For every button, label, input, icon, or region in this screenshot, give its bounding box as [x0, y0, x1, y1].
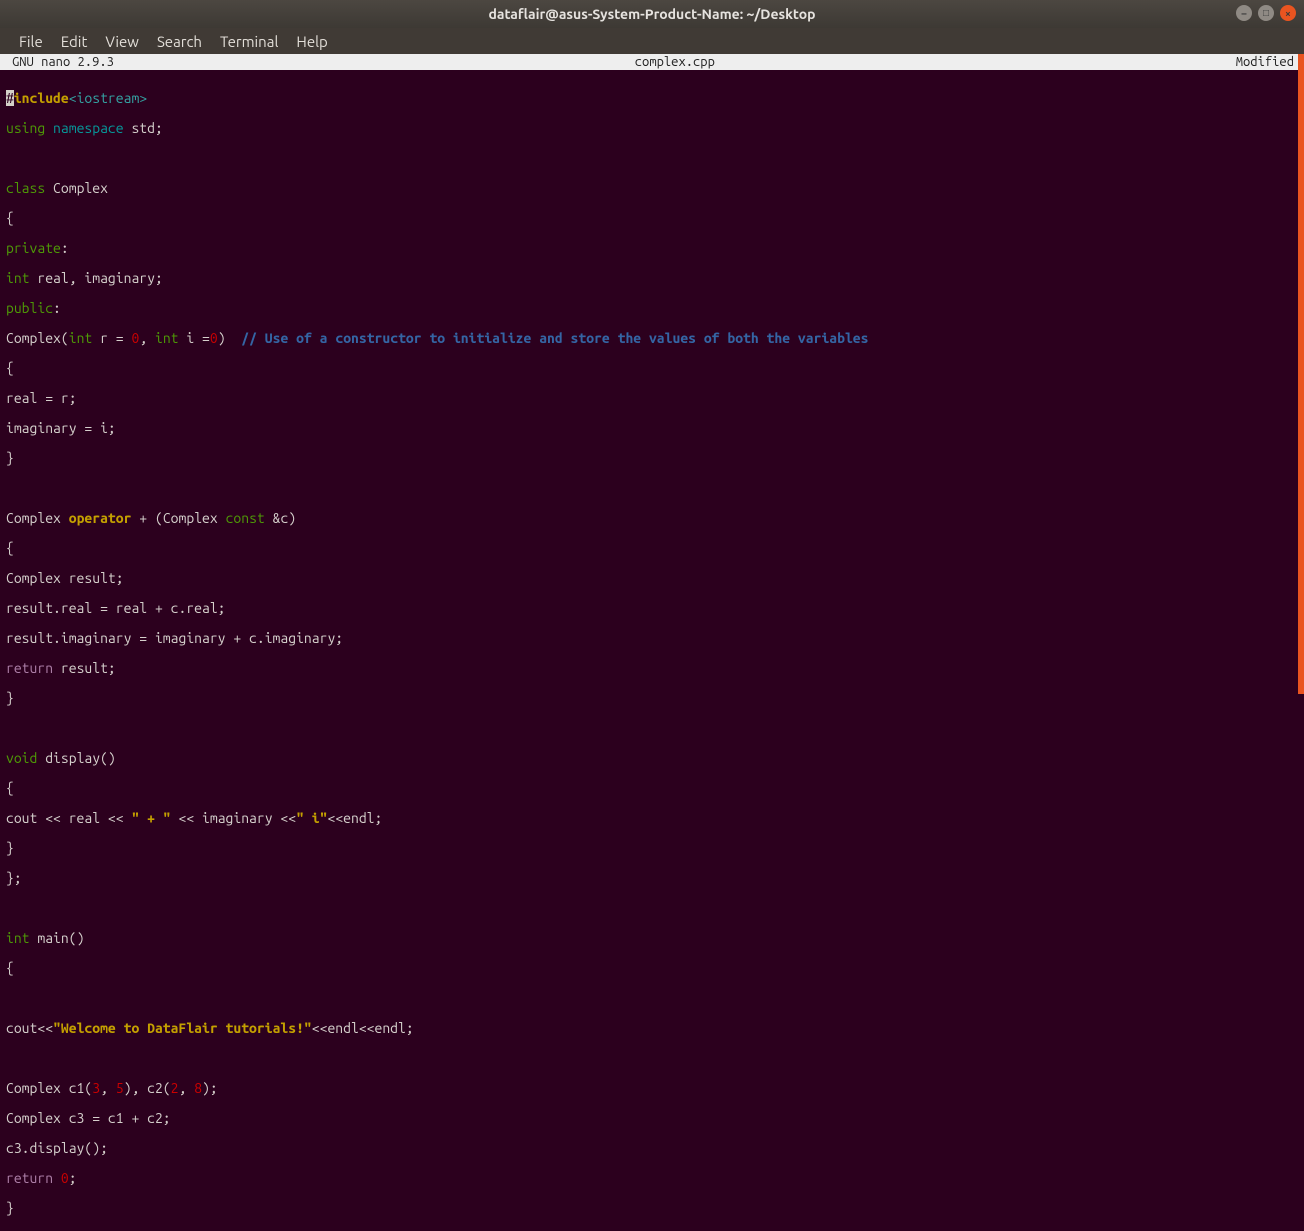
code-line: {: [6, 541, 1298, 556]
nano-filename: complex.cpp: [114, 55, 1236, 69]
nano-version: GNU nano 2.9.3: [0, 55, 114, 69]
menu-bar: File Edit View Search Terminal Help: [0, 28, 1304, 54]
code-line: Complex c3 = c1 + c2;: [6, 1111, 1298, 1126]
code-line: {: [6, 781, 1298, 796]
code-line: int main(): [6, 931, 1298, 946]
scrollbar[interactable]: [1298, 54, 1304, 694]
code-line: result.imaginary = imaginary + c.imagina…: [6, 631, 1298, 646]
code-line: return result;: [6, 661, 1298, 676]
minimize-button[interactable]: –: [1236, 5, 1252, 21]
editor-area[interactable]: #include<iostream> using namespace std; …: [0, 70, 1304, 1231]
code-line: {: [6, 361, 1298, 376]
code-line: {: [6, 211, 1298, 226]
code-line: [6, 151, 1298, 166]
menu-terminal[interactable]: Terminal: [211, 33, 287, 50]
code-line: cout<<"Welcome to DataFlair tutorials!"<…: [6, 1021, 1298, 1036]
code-line: void display(): [6, 751, 1298, 766]
code-line: [6, 481, 1298, 496]
code-line: cout << real << " + " << imaginary <<" i…: [6, 811, 1298, 826]
maximize-button[interactable]: □: [1258, 5, 1274, 21]
code-line: }: [6, 451, 1298, 466]
menu-file[interactable]: File: [10, 33, 52, 50]
code-line: }: [6, 1201, 1298, 1216]
code-line: [6, 1051, 1298, 1066]
code-line: class Complex: [6, 181, 1298, 196]
code-line: }: [6, 691, 1298, 706]
code-line: public:: [6, 301, 1298, 316]
code-line: return 0;: [6, 1171, 1298, 1186]
menu-view[interactable]: View: [96, 33, 148, 50]
code-line: using namespace std;: [6, 121, 1298, 136]
menu-edit[interactable]: Edit: [52, 33, 97, 50]
code-line: {: [6, 961, 1298, 976]
code-line: [6, 901, 1298, 916]
code-line: [6, 991, 1298, 1006]
code-line: Complex operator + (Complex const &c): [6, 511, 1298, 526]
code-line: private:: [6, 241, 1298, 256]
window-title: dataflair@asus-System-Product-Name: ~/De…: [0, 6, 1304, 22]
menu-search[interactable]: Search: [148, 33, 211, 50]
window-controls: – □ ×: [1236, 5, 1296, 21]
code-line: #include<iostream>: [6, 91, 1298, 106]
code-line: real = r;: [6, 391, 1298, 406]
code-line: c3.display();: [6, 1141, 1298, 1156]
nano-status-bar: GNU nano 2.9.3 complex.cpp Modified: [0, 54, 1304, 70]
code-line: Complex c1(3, 5), c2(2, 8);: [6, 1081, 1298, 1096]
code-line: int real, imaginary;: [6, 271, 1298, 286]
menu-help[interactable]: Help: [287, 33, 336, 50]
code-line: [6, 721, 1298, 736]
code-line: }: [6, 841, 1298, 856]
code-line: };: [6, 871, 1298, 886]
window-title-bar: dataflair@asus-System-Product-Name: ~/De…: [0, 0, 1304, 28]
code-line: Complex(int r = 0, int i =0) // Use of a…: [6, 331, 1298, 346]
close-button[interactable]: ×: [1280, 5, 1296, 21]
code-line: imaginary = i;: [6, 421, 1298, 436]
code-line: result.real = real + c.real;: [6, 601, 1298, 616]
code-line: Complex result;: [6, 571, 1298, 586]
nano-modified: Modified: [1236, 55, 1304, 69]
